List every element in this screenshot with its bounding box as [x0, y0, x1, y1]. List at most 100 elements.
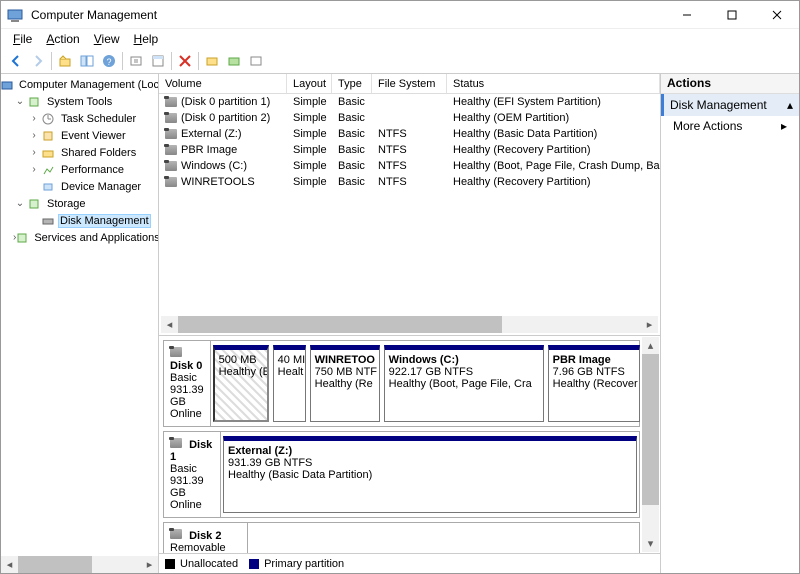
- volume-layout: Simple: [287, 112, 332, 124]
- volume-type: Basic: [332, 176, 372, 188]
- up-button[interactable]: [54, 50, 76, 72]
- properties-button[interactable]: [147, 50, 169, 72]
- partition-size: 931.39 GB NTFS: [228, 457, 312, 469]
- volume-type: Basic: [332, 160, 372, 172]
- maximize-button[interactable]: [709, 1, 754, 29]
- volume-row[interactable]: (Disk 0 partition 1)SimpleBasicHealthy (…: [159, 94, 660, 110]
- volume-layout: Simple: [287, 144, 332, 156]
- tree-shared-folders[interactable]: ›Shared Folders: [1, 144, 158, 161]
- partition[interactable]: Windows (C:)922.17 GB NTFSHealthy (Boot,…: [384, 345, 544, 422]
- scroll-right-icon[interactable]: ▸: [641, 316, 658, 333]
- forward-button[interactable]: [27, 50, 49, 72]
- col-type[interactable]: Type: [332, 74, 372, 93]
- disk-info[interactable]: Disk 1Basic931.39 GBOnline: [164, 432, 221, 517]
- disk-info[interactable]: Disk 2Removable (E:)No Media: [164, 523, 248, 553]
- legend-unallocated-swatch: [165, 559, 175, 569]
- actions-pane: Actions Disk Management ▴ More Actions ▸: [661, 74, 799, 573]
- disk-row[interactable]: Disk 1Basic931.39 GBOnlineExternal (Z:)9…: [163, 431, 640, 518]
- close-button[interactable]: [754, 1, 799, 29]
- partition[interactable]: External (Z:)931.39 GB NTFSHealthy (Basi…: [223, 436, 637, 513]
- tree-system-tools[interactable]: ⌄System Tools: [1, 93, 158, 110]
- tree-storage[interactable]: ⌄Storage: [1, 195, 158, 212]
- volume-layout: Simple: [287, 160, 332, 172]
- tree-performance[interactable]: ›Performance: [1, 161, 158, 178]
- legend-primary-label: Primary partition: [264, 558, 344, 570]
- menu-help[interactable]: Help: [128, 31, 165, 47]
- disk-row[interactable]: Disk 2Removable (E:)No Media: [163, 522, 640, 553]
- menu-action[interactable]: Action: [40, 31, 85, 47]
- volume-icon: [165, 97, 177, 107]
- tree-device-manager[interactable]: Device Manager: [1, 178, 158, 195]
- col-status[interactable]: Status: [447, 74, 660, 93]
- action-button-1[interactable]: [201, 50, 223, 72]
- delete-button[interactable]: [174, 50, 196, 72]
- partition-size: 500 MB: [219, 354, 257, 366]
- window-title: Computer Management: [29, 8, 664, 22]
- partition-size: 40 MI: [278, 354, 306, 366]
- volume-row[interactable]: Windows (C:)SimpleBasicNTFSHealthy (Boot…: [159, 158, 660, 174]
- tree-disk-management[interactable]: Disk Management: [1, 212, 158, 229]
- scroll-down-icon[interactable]: ▾: [642, 535, 659, 552]
- partition[interactable]: PBR Image7.96 GB NTFSHealthy (Recover: [548, 345, 640, 422]
- refresh-button[interactable]: [125, 50, 147, 72]
- partition-status: Healthy (EF: [219, 366, 269, 378]
- col-filesystem[interactable]: File System: [372, 74, 447, 93]
- nav-tree-pane: Computer Management (Local ⌄System Tools…: [1, 74, 159, 573]
- action-button-3[interactable]: [245, 50, 267, 72]
- disk-row[interactable]: Disk 0Basic931.39 GBOnline500 MBHealthy …: [163, 340, 640, 427]
- volume-list-header: Volume Layout Type File System Status: [159, 74, 660, 94]
- partition[interactable]: WINRETOO750 MB NTFHealthy (Re: [310, 345, 380, 422]
- help-button[interactable]: ?: [98, 50, 120, 72]
- volume-status: Healthy (OEM Partition): [447, 112, 660, 124]
- col-layout[interactable]: Layout: [287, 74, 332, 93]
- col-volume[interactable]: Volume: [159, 74, 287, 93]
- legend: Unallocated Primary partition: [159, 553, 660, 573]
- volume-status: Healthy (Boot, Page File, Crash Dump, Ba…: [447, 160, 660, 172]
- scroll-right-icon[interactable]: ▸: [141, 556, 158, 573]
- svg-text:?: ?: [106, 57, 111, 67]
- actions-more[interactable]: More Actions ▸: [661, 116, 799, 136]
- menu-view[interactable]: View: [88, 31, 126, 47]
- back-button[interactable]: [5, 50, 27, 72]
- partition-status: Healthy (Basic Data Partition): [228, 469, 372, 481]
- minimize-button[interactable]: [664, 1, 709, 29]
- volume-row[interactable]: PBR ImageSimpleBasicNTFSHealthy (Recover…: [159, 142, 660, 158]
- tree-scrollbar-horizontal[interactable]: ◂ ▸: [1, 556, 158, 573]
- actions-section-label: Disk Management: [670, 98, 767, 112]
- volume-name: (Disk 0 partition 1): [181, 96, 270, 108]
- volume-row[interactable]: (Disk 0 partition 2)SimpleBasicHealthy (…: [159, 110, 660, 126]
- volume-row[interactable]: External (Z:)SimpleBasicNTFSHealthy (Bas…: [159, 126, 660, 142]
- volume-status: Healthy (Recovery Partition): [447, 144, 660, 156]
- volume-icon: [165, 177, 177, 187]
- volume-type: Basic: [332, 144, 372, 156]
- volume-name: External (Z:): [181, 128, 242, 140]
- tree-task-scheduler[interactable]: ›Task Scheduler: [1, 110, 158, 127]
- volume-name: (Disk 0 partition 2): [181, 112, 270, 124]
- actions-header: Actions: [661, 74, 799, 94]
- scroll-left-icon[interactable]: ◂: [1, 556, 18, 573]
- volume-layout: Simple: [287, 128, 332, 140]
- tree-services-apps[interactable]: ›Services and Applications: [1, 229, 158, 246]
- partition[interactable]: 40 MIHealt: [273, 345, 306, 422]
- action-button-2[interactable]: [223, 50, 245, 72]
- tree-root[interactable]: Computer Management (Local: [1, 76, 158, 93]
- partition-status: Healthy (Boot, Page File, Cra: [389, 378, 532, 390]
- volume-row[interactable]: WINRETOOLSSimpleBasicNTFSHealthy (Recove…: [159, 174, 660, 190]
- tree-event-viewer[interactable]: ›Event Viewer: [1, 127, 158, 144]
- partition-size: 922.17 GB NTFS: [389, 366, 473, 378]
- partition-label: PBR Image: [553, 354, 611, 366]
- partition[interactable]: 500 MBHealthy (EF: [213, 345, 269, 422]
- show-hide-tree-button[interactable]: [76, 50, 98, 72]
- legend-primary-swatch: [249, 559, 259, 569]
- chevron-right-icon: ▸: [781, 119, 787, 133]
- scroll-up-icon[interactable]: ▴: [642, 337, 659, 354]
- disk-size: 931.39 GB: [170, 384, 204, 408]
- title-bar: Computer Management: [1, 1, 799, 29]
- disk-view-scrollbar-vertical[interactable]: ▴ ▾: [642, 337, 659, 552]
- menu-file[interactable]: File: [7, 31, 38, 47]
- scroll-left-icon[interactable]: ◂: [161, 316, 178, 333]
- actions-section[interactable]: Disk Management ▴: [661, 94, 799, 116]
- disk-info[interactable]: Disk 0Basic931.39 GBOnline: [164, 341, 211, 426]
- volume-list-scrollbar-horizontal[interactable]: ◂ ▸: [161, 316, 658, 333]
- volume-icon: [165, 113, 177, 123]
